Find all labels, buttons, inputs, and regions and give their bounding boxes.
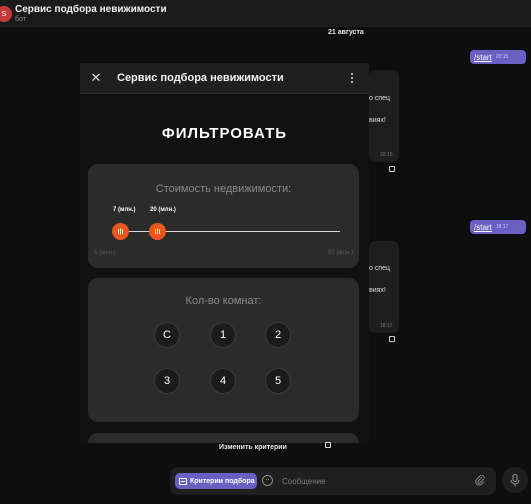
command-link[interactable]: /start bbox=[474, 53, 492, 62]
outgoing-message[interactable]: /start 18:17 bbox=[470, 220, 526, 234]
message-fragment: о спец bbox=[369, 95, 391, 102]
criteria-menu-button[interactable]: Критерии подбора bbox=[175, 473, 257, 489]
chat-header[interactable]: S Сервис подбора невижимости бот bbox=[0, 0, 531, 28]
more-vertical-icon[interactable] bbox=[348, 71, 356, 85]
rooms-title: Кол-во комнат: bbox=[185, 295, 262, 307]
grip-icon bbox=[155, 228, 160, 235]
inline-keyboard-icon[interactable] bbox=[389, 336, 395, 342]
message-fragment: виях! bbox=[369, 287, 386, 294]
range-min-label: 5 (млн.) bbox=[94, 250, 116, 256]
emoji-icon[interactable] bbox=[262, 475, 273, 486]
max-slider-handle[interactable] bbox=[149, 223, 166, 240]
paperclip-icon[interactable] bbox=[475, 474, 485, 489]
message-fragment: о спец bbox=[369, 265, 391, 272]
message-time: 20:15 bbox=[380, 152, 393, 158]
message-input[interactable] bbox=[282, 475, 452, 487]
price-title: Стоимость недвижимости: bbox=[155, 183, 292, 195]
room-option-studio[interactable]: С bbox=[154, 322, 180, 348]
menu-icon bbox=[179, 477, 187, 485]
inline-keyboard-icon[interactable] bbox=[325, 442, 331, 448]
max-value-label: 20 (млн.) bbox=[150, 207, 176, 213]
bot-avatar[interactable]: S bbox=[0, 6, 12, 22]
microphone-icon[interactable] bbox=[502, 467, 528, 493]
command-link[interactable]: /start bbox=[474, 223, 492, 232]
message-composer: Критерии подбора bbox=[170, 467, 496, 495]
grip-icon bbox=[118, 228, 123, 235]
min-slider-handle[interactable] bbox=[112, 223, 129, 240]
room-option-5[interactable]: 5 bbox=[265, 368, 291, 394]
inline-keyboard-icon[interactable] bbox=[389, 166, 395, 172]
incoming-message: о спец виях! 20:15 bbox=[369, 70, 399, 162]
rooms-filter-card: Кол-во комнат: С 1 2 3 4 5 bbox=[88, 278, 359, 422]
incoming-message: о спец виях! 18:17 bbox=[369, 241, 399, 333]
outgoing-message[interactable]: /start 20:15 bbox=[470, 50, 526, 64]
min-value-label: 7 (млн.) bbox=[113, 207, 136, 213]
webapp-window: ✕ Сервис подбора невижимости ФИЛЬТРОВАТЬ… bbox=[80, 63, 369, 443]
price-filter-card: Стоимость недвижимости: 7 (млн.) 20 (млн… bbox=[88, 164, 359, 268]
room-option-3[interactable]: 3 bbox=[154, 368, 180, 394]
change-criteria-link[interactable]: Изменить критерии bbox=[219, 444, 287, 451]
bot-name: Сервис подбора невижимости bbox=[15, 4, 167, 15]
room-option-4[interactable]: 4 bbox=[210, 368, 236, 394]
room-option-2[interactable]: 2 bbox=[265, 322, 291, 348]
filter-heading: ФИЛЬТРОВАТЬ bbox=[161, 125, 288, 142]
criteria-button-label: Критерии подбора bbox=[190, 477, 255, 485]
close-icon[interactable]: ✕ bbox=[89, 71, 103, 85]
avatar-letter: S bbox=[1, 10, 7, 18]
range-max-label: 80 (млн.) bbox=[328, 250, 353, 256]
room-option-1[interactable]: 1 bbox=[210, 322, 236, 348]
message-time: 20:15 bbox=[495, 54, 509, 60]
message-fragment: виях! bbox=[369, 117, 386, 124]
next-filter-card bbox=[88, 433, 359, 443]
webapp-header: ✕ Сервис подбора невижимости bbox=[80, 63, 369, 94]
date-separator: 21 августа bbox=[328, 29, 364, 36]
message-time: 18:17 bbox=[495, 224, 509, 230]
price-slider-track[interactable] bbox=[114, 231, 340, 232]
bot-status: бот bbox=[15, 16, 26, 23]
message-time: 18:17 bbox=[380, 323, 393, 329]
webapp-title: Сервис подбора невижимости bbox=[117, 72, 284, 84]
